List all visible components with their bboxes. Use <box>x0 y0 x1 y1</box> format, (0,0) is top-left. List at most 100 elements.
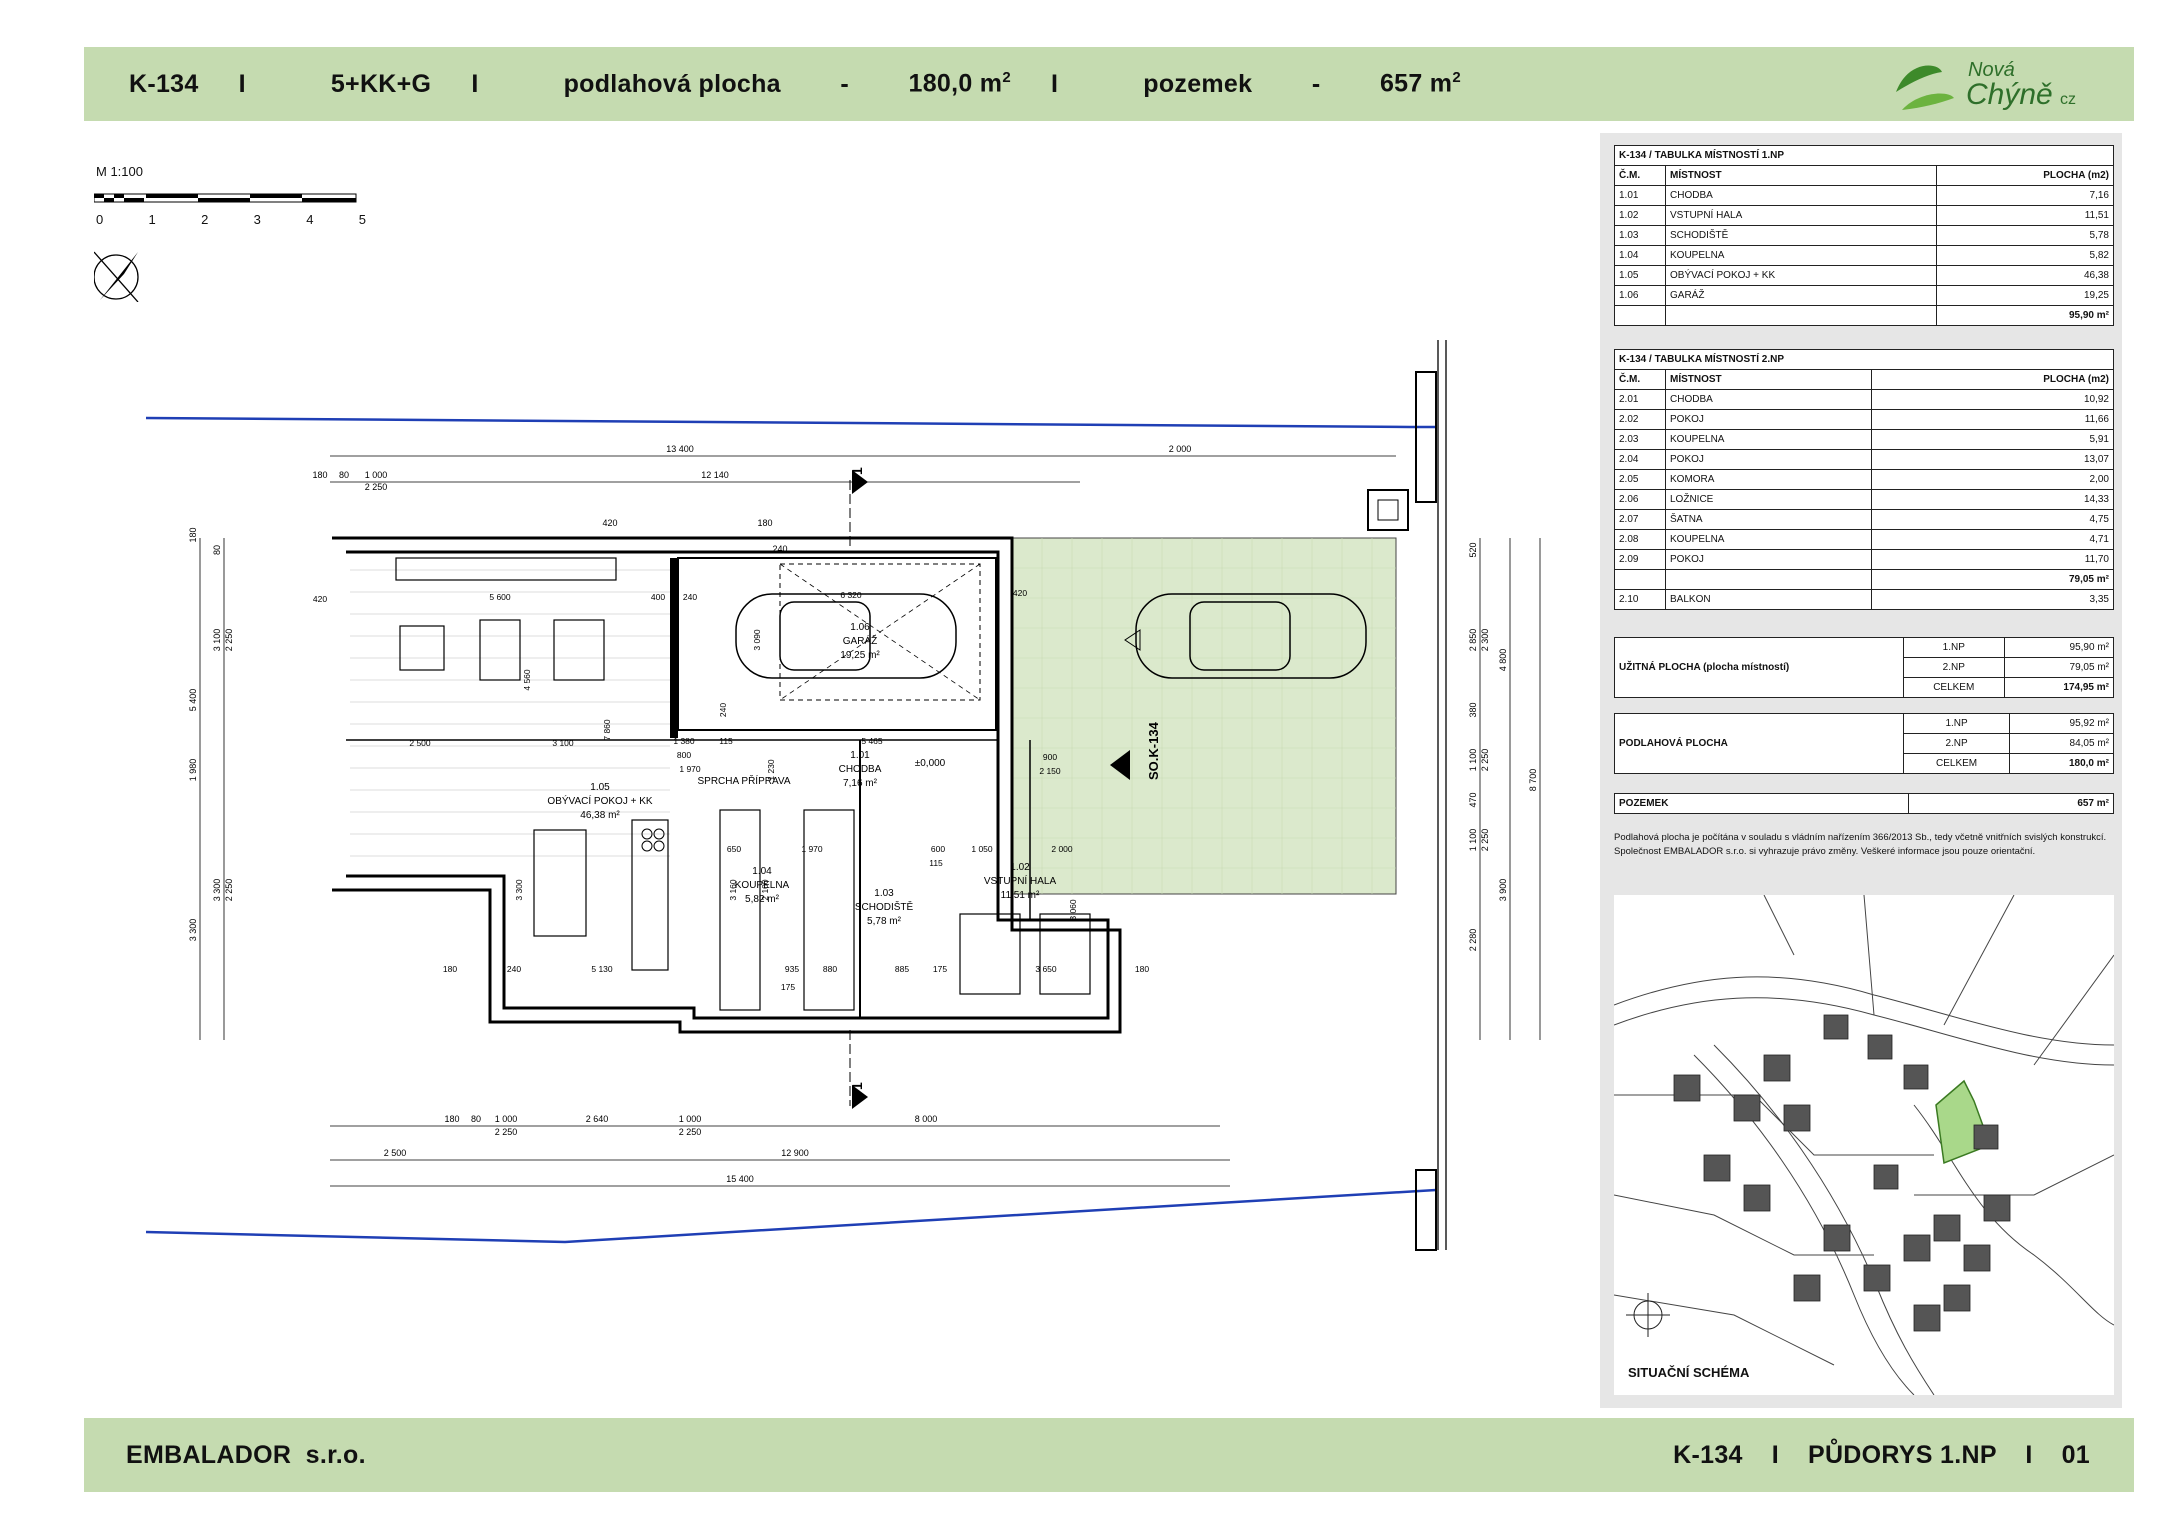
dim: 380 <box>1468 702 1478 717</box>
dim: 240 <box>507 964 521 974</box>
site-map <box>1614 895 2114 1395</box>
plot-boundary <box>145 1188 1437 1244</box>
map-label: SITUAČNÍ SCHÉMA <box>1628 1365 1750 1380</box>
scale-label: M 1:100 <box>96 164 143 179</box>
dim: 3 060 <box>1068 899 1078 921</box>
dim: 3 090 <box>752 629 762 651</box>
table-title: K-134 / TABULKA MÍSTNOSTÍ 2.NP <box>1614 349 2114 370</box>
scale-bar: M 1:100 0 1 2 3 4 5 <box>94 164 366 302</box>
scale-tick: 2 <box>201 212 209 227</box>
table-row: 2.07 ŠATNA 4,75 <box>1614 509 2115 530</box>
dim: 1 970 <box>801 844 823 854</box>
dim: 13 400 <box>666 444 694 454</box>
dim: 2 250 <box>1480 749 1490 772</box>
dim: 420 <box>602 518 617 528</box>
dim: 175 <box>781 982 795 992</box>
dim: 4 560 <box>522 669 532 691</box>
table-row: 1.02 VSTUPNÍ HALA 11,51 <box>1614 205 2115 226</box>
dim: 2 250 <box>224 629 234 652</box>
dim: 3 650 <box>1035 964 1057 974</box>
room-number: 1.03 <box>874 888 894 899</box>
dim: 3 100 <box>552 738 574 748</box>
scale-tick: 0 <box>96 212 104 227</box>
table-row: 1.04 KOUPELNA 5,82 <box>1614 245 2115 266</box>
header-sep: I <box>471 69 479 98</box>
table-row: 2.03 KOUPELNA 5,91 <box>1614 429 2115 450</box>
header-plot-value: 657 m2 <box>1379 69 1461 98</box>
dim: 115 <box>929 858 943 868</box>
dim: 2 640 <box>586 1114 609 1124</box>
plot-table: POZEMEK 657 m² <box>1613 793 2114 814</box>
dim: 2 000 <box>1051 844 1073 854</box>
plot-boundary <box>145 416 1436 429</box>
dim: 1 980 <box>188 759 198 782</box>
dim: 885 <box>895 964 909 974</box>
footer-sheet-info: K-134 I PŮDORYS 1.NP I 01 <box>1673 1440 2090 1469</box>
room-number: 1.02 <box>1010 862 1030 873</box>
dim: 3 100 <box>212 629 222 652</box>
header-code: K-134 <box>129 69 199 98</box>
header-plot-label: pozemek <box>1143 69 1253 98</box>
dim: 2 250 <box>679 1127 702 1137</box>
footer-company: EMBALADOR s.r.o. <box>126 1440 366 1469</box>
room-name: VSTUPNÍ HALA <box>984 874 1057 887</box>
dim: 240 <box>683 592 697 602</box>
dim: 800 <box>677 750 691 760</box>
room-name: OBÝVACÍ POKOJ + KK <box>547 794 652 807</box>
dim: 3 300 <box>212 879 222 902</box>
room-number: 1.06 <box>850 622 870 633</box>
dim: 15 400 <box>726 1174 754 1184</box>
dim: 7 860 <box>602 719 612 741</box>
svg-text:cz: cz <box>2060 91 2076 108</box>
table-title: K-134 / TABULKA MÍSTNOSTÍ 1.NP <box>1614 145 2114 166</box>
dim: 900 <box>1043 752 1057 762</box>
dim: 240 <box>772 544 787 554</box>
table-total: 79,05 m² <box>1614 569 2115 590</box>
dim: 2 100 <box>760 879 770 901</box>
table-row: 1.03 SCHODIŠTĚ 5,78 <box>1614 225 2115 246</box>
dim: 2 500 <box>409 738 431 748</box>
table-row: 2.01 CHODBA 10,92 <box>1614 389 2115 410</box>
dim: 6 320 <box>840 590 862 600</box>
floor-plan: 1.05 OBÝVACÍ POKOJ + KK 46,38 m² 1.06 GA… <box>145 340 1541 1251</box>
room-table-2np: K-134 / TABULKA MÍSTNOSTÍ 2.NP Č.M. MÍSTN… <box>1614 349 2115 610</box>
level-mark: ±0,000 <box>915 758 946 769</box>
dim: 1 100 <box>1468 749 1478 772</box>
dim: 180 <box>757 518 772 528</box>
dim: 3 300 <box>188 919 198 942</box>
dim: 2 280 <box>1468 929 1478 952</box>
header-layout: 5+KK+G <box>330 69 432 98</box>
scale-tick: 5 <box>358 212 366 227</box>
table-row: 2.06 LOŽNICE 14,33 <box>1614 489 2115 510</box>
dim: 1 000 <box>365 470 388 480</box>
room-area: 5,78 m² <box>867 916 902 927</box>
dim: 12 140 <box>701 470 729 480</box>
dim: 80 <box>339 470 349 480</box>
header-sep: I <box>238 69 246 98</box>
room-number: 1.04 <box>752 866 772 877</box>
dim: 1 380 <box>673 736 695 746</box>
header-sep: I <box>1051 69 1059 98</box>
dim: 180 <box>443 964 457 974</box>
table-row: 2.09 POKOJ 11,70 <box>1614 549 2115 570</box>
room-area: 19,25 m² <box>840 650 880 661</box>
dim: 12 900 <box>781 1148 809 1158</box>
room-name: CHODBA <box>839 764 882 775</box>
dim: 80 <box>212 545 222 555</box>
dim: 180 <box>188 527 198 542</box>
dim: 180 <box>1135 964 1149 974</box>
dim: 1 970 <box>679 764 701 774</box>
dim: 2 250 <box>495 1127 518 1137</box>
table-row: 2.08 KOUPELNA 4,71 <box>1614 529 2115 550</box>
dim: 2 500 <box>384 1148 407 1158</box>
room-area: 11,51 m² <box>1001 890 1040 901</box>
north-arrow-icon <box>1626 1293 1670 1337</box>
room-area: 46,38 m² <box>580 810 620 821</box>
room-number: 1.01 <box>850 750 870 761</box>
room-table-1np: K-134 / TABULKA MÍSTNOSTÍ 1.NP Č.M. MÍSTN… <box>1614 145 2115 326</box>
dim: 5 600 <box>489 592 511 602</box>
dim: 5 130 <box>591 964 613 974</box>
dim: 3 160 <box>728 879 738 901</box>
dim: 175 <box>933 964 947 974</box>
dim: 420 <box>313 594 327 604</box>
